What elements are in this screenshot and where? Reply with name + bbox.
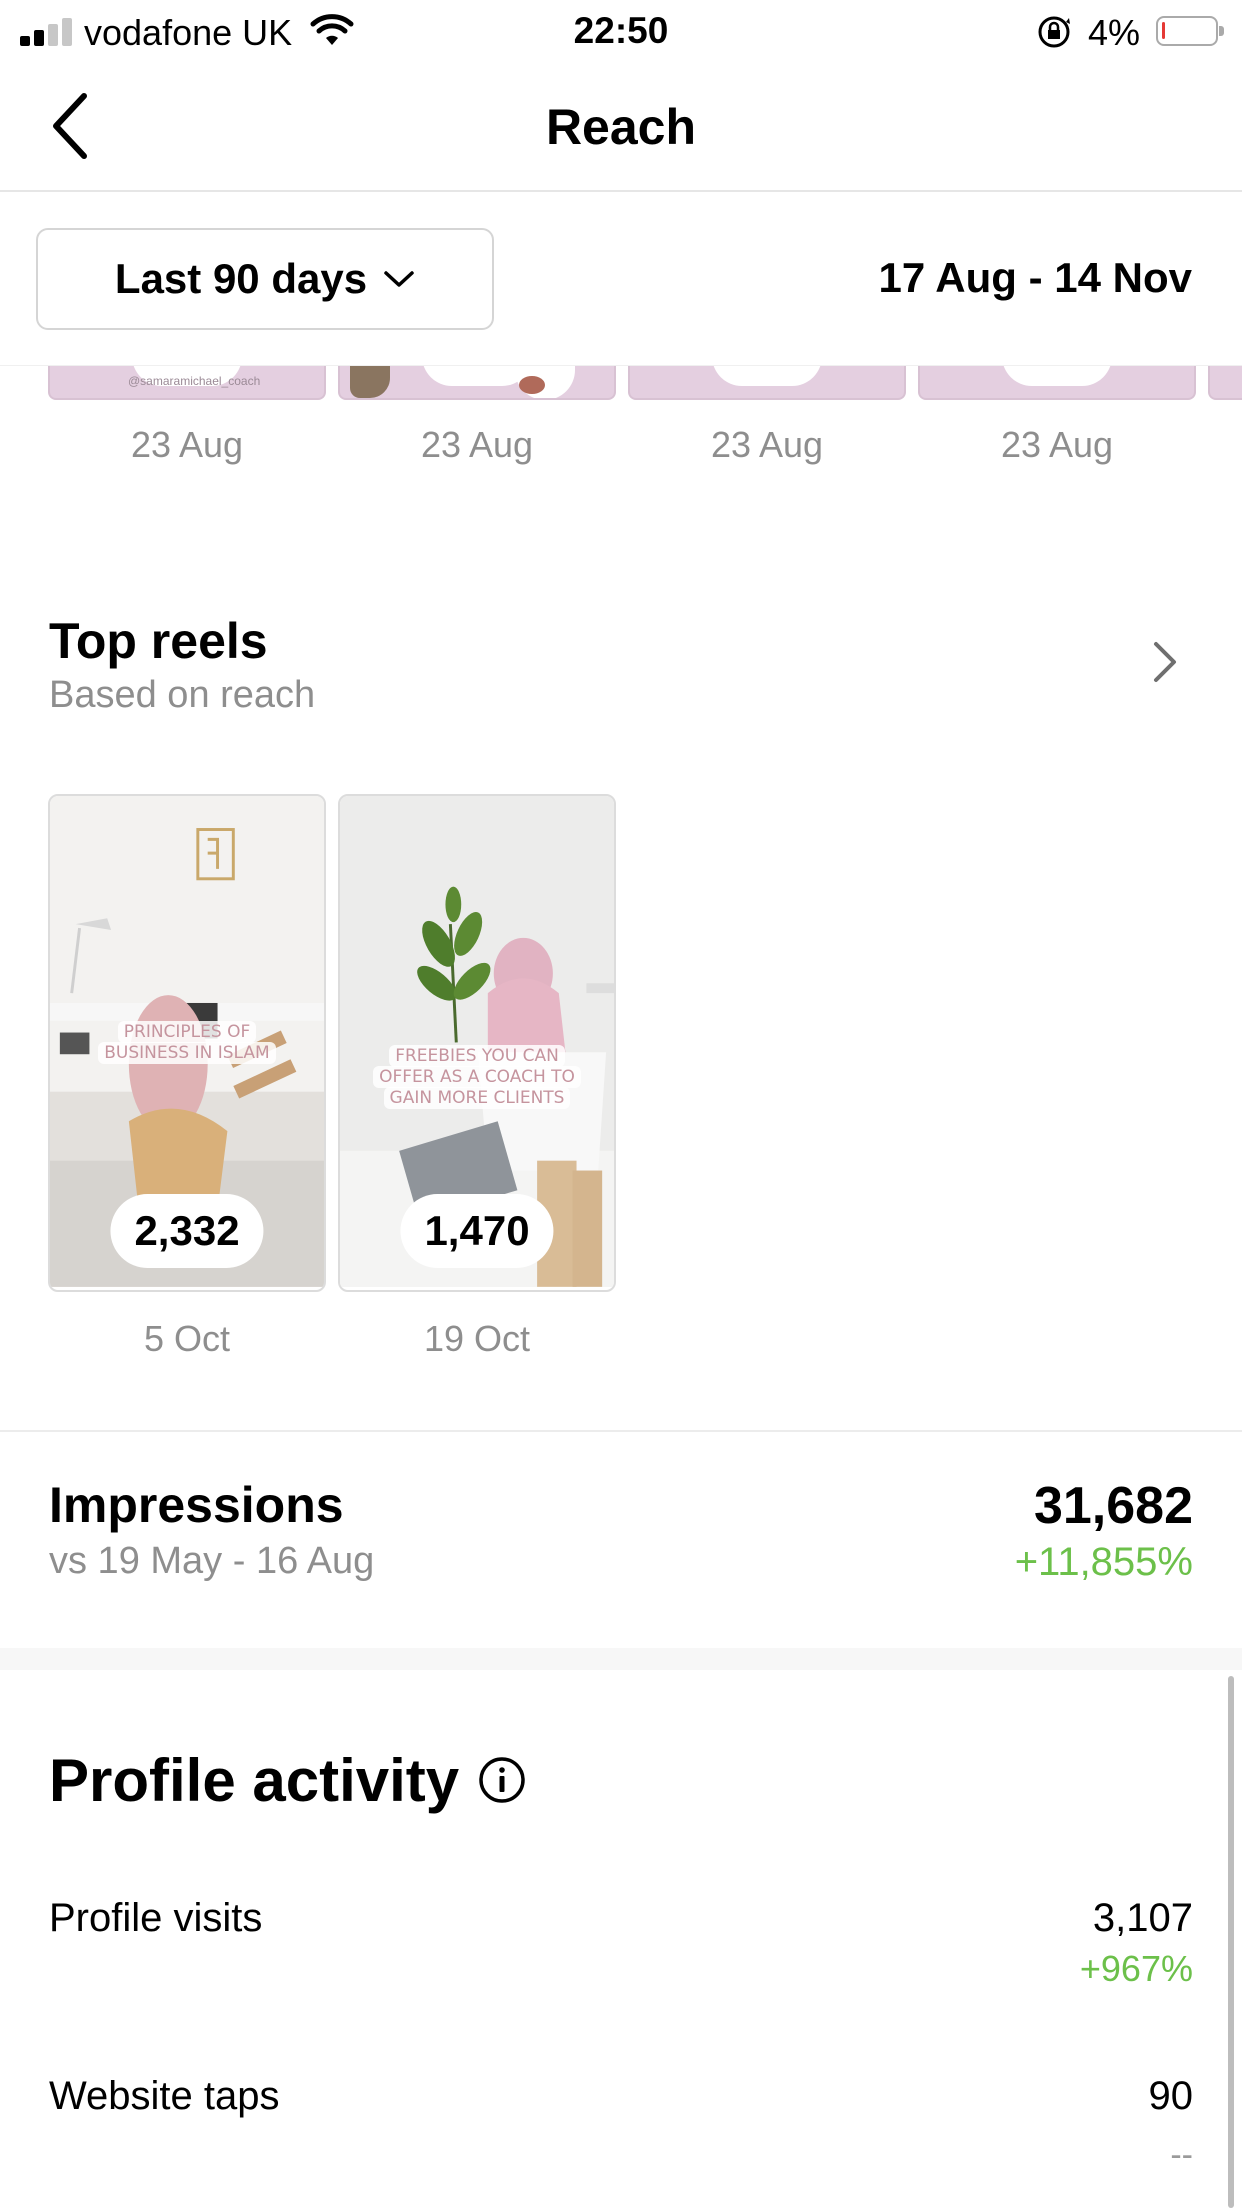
story-thumbnail[interactable]: @samaramichael_coach [48, 366, 326, 400]
story-date: 23 Aug [710, 424, 824, 465]
nav-bar: Reach [0, 62, 1242, 192]
story-thumbnail[interactable] [918, 366, 1196, 400]
filter-row: Last 90 days 17 Aug - 14 Nov [0, 194, 1242, 366]
battery-icon [1156, 16, 1224, 46]
impressions-title: Impressions [49, 1477, 344, 1533]
impressions-change: +11,855% [1014, 1540, 1193, 1584]
section-divider [0, 1430, 1242, 1432]
impressions-comparison: vs 19 May - 16 Aug [49, 1540, 375, 1582]
story-thumbnail[interactable] [338, 366, 616, 400]
scrollbar[interactable] [1228, 1676, 1234, 2208]
battery-percent: 4% [1088, 12, 1141, 53]
reel-date: 19 Oct [423, 1318, 531, 1359]
chevron-down-icon [384, 271, 414, 287]
reel-caption: PRINCIPLES OF BUSINESS IN ISLAM [50, 1021, 324, 1064]
reel-reach-count: 2,332 [110, 1194, 264, 1268]
reel-thumbnail[interactable]: FREEBIES YOU CAN OFFER AS A COACH TO GAI… [338, 794, 616, 1292]
story-date: 23 Aug [130, 424, 244, 465]
profile-visits-value: 3,107 [1092, 1896, 1193, 1940]
battery-level [1162, 22, 1165, 39]
info-icon[interactable] [478, 1756, 526, 1804]
date-range-dropdown-label: Last 90 days [114, 255, 368, 302]
website-taps-label: Website taps [49, 2074, 280, 2118]
cup-illustration [515, 366, 575, 398]
cat-illustration [350, 366, 390, 398]
orientation-lock-icon [1038, 16, 1070, 48]
date-range-text: 17 Aug - 14 Nov [878, 254, 1192, 301]
impressions-value: 31,682 [1033, 1477, 1193, 1535]
story-date: 23 Aug [420, 424, 534, 465]
top-reels-title: Top reels [49, 613, 268, 669]
reel-reach-count: 1,470 [400, 1194, 554, 1268]
profile-visits-label: Profile visits [49, 1896, 263, 1940]
story-thumbnail[interactable] [1208, 366, 1242, 400]
reel-caption: FREEBIES YOU CAN OFFER AS A COACH TO GAI… [340, 1045, 614, 1109]
profile-activity-title: Profile activity [49, 1747, 460, 1814]
profile-visits-change: +967% [1079, 1948, 1193, 1989]
chevron-right-icon[interactable] [1150, 638, 1180, 686]
reel-date: 5 Oct [143, 1318, 231, 1359]
story-date: 23 Aug [1000, 424, 1114, 465]
website-taps-value: 90 [1148, 2074, 1194, 2118]
section-separator [0, 1648, 1242, 1670]
top-stories-row: @samaramichael_coach 23 Aug 23 Aug 23 Au… [0, 366, 1242, 476]
page-title: Reach [545, 99, 697, 155]
reel-thumbnail[interactable]: PRINCIPLES OF BUSINESS IN ISLAM 2,332 [48, 794, 326, 1292]
top-reels-subtitle: Based on reach [49, 674, 316, 716]
status-bar: vodafone UK 22:50 4% [0, 0, 1242, 62]
website-taps-change: -- [1170, 2136, 1193, 2174]
date-range-dropdown[interactable]: Last 90 days [36, 228, 494, 330]
story-thumbnail[interactable] [628, 366, 906, 400]
